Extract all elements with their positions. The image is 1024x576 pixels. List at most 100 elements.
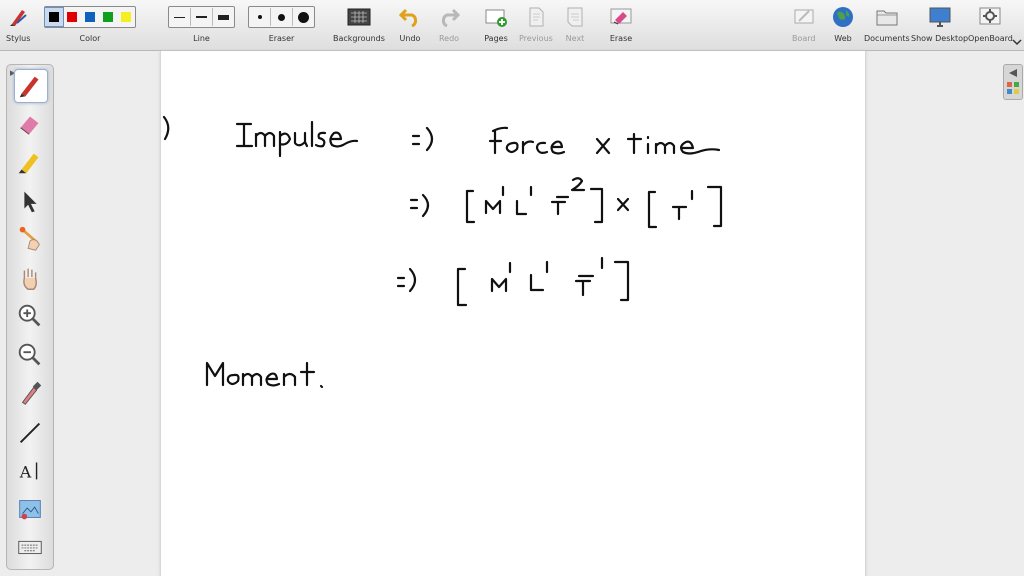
marker-tool-button[interactable] <box>14 146 46 178</box>
moment-word <box>205 361 324 389</box>
implies-symbol-1 <box>411 126 434 152</box>
capture-icon <box>19 499 41 519</box>
line-thin-button[interactable] <box>169 8 191 26</box>
capture-tool-button[interactable] <box>14 493 46 525</box>
laser-pointer-tool-button[interactable] <box>14 223 46 255</box>
eraser-medium-button[interactable] <box>271 8 293 26</box>
triangle-left-icon <box>1009 69 1017 77</box>
color-swatch[interactable] <box>81 8 99 26</box>
eraser-large-button[interactable] <box>293 8 314 26</box>
pen-icon <box>19 76 39 98</box>
impulse-word <box>235 120 359 158</box>
board-icon <box>794 9 814 24</box>
line-label: Line <box>193 34 210 43</box>
previous-label: Previous <box>519 34 553 43</box>
undo-icon <box>399 8 418 27</box>
board-label: Board <box>792 34 816 43</box>
zoom-out-tool-button[interactable] <box>14 339 46 371</box>
color-picker-icon <box>21 381 42 405</box>
color-swatch[interactable] <box>99 8 117 26</box>
redo-icon <box>441 8 460 27</box>
zoom-out-icon <box>18 343 41 365</box>
erase-board-icon <box>610 8 632 25</box>
eraser-label: Eraser <box>268 34 295 43</box>
openboard-button[interactable]: OpenBoard <box>968 3 1013 43</box>
hand-tool-button[interactable] <box>14 262 46 294</box>
documents-label: Documents <box>864 34 910 43</box>
laser-pointer-icon <box>19 226 40 251</box>
line-group: Line <box>168 3 235 43</box>
whiteboard-page[interactable] <box>160 51 866 576</box>
keyboard-tool-button[interactable] <box>14 531 46 563</box>
pages-button[interactable]: Pages <box>484 3 508 43</box>
dimension-line-3 <box>396 256 630 307</box>
color-label: Color <box>79 34 101 43</box>
eraser-group: Eraser <box>248 3 315 43</box>
backgrounds-label: Backgrounds <box>333 34 385 43</box>
eraser-icon <box>20 116 39 135</box>
tool-sidebar: ▶ A <box>6 64 54 570</box>
main-toolbar: Stylus Color Line Eraser Backgrounds Und… <box>0 0 1024 51</box>
line-tool-icon <box>19 422 41 443</box>
color-swatch[interactable] <box>117 8 135 26</box>
undo-label: Undo <box>399 34 421 43</box>
line-widths <box>168 6 235 28</box>
monitor-icon <box>929 7 951 27</box>
color-swatches <box>44 6 136 28</box>
web-label: Web <box>834 34 852 43</box>
zoom-in-tool-button[interactable] <box>14 300 46 332</box>
hand-icon <box>23 268 37 290</box>
stylus-label: Stylus <box>6 34 31 43</box>
erase-button[interactable]: Erase <box>609 3 633 43</box>
next-page-icon <box>567 7 583 27</box>
stylus-icon <box>10 10 27 26</box>
force-times-time <box>488 126 721 155</box>
add-page-icon <box>485 9 507 27</box>
text-tool-tool-button[interactable]: A <box>14 454 46 486</box>
web-button[interactable]: Web <box>831 3 855 43</box>
line-medium-button[interactable] <box>191 8 213 26</box>
handwriting-layer <box>161 115 723 389</box>
stylus-button[interactable]: Stylus <box>6 3 30 43</box>
next-label: Next <box>565 34 585 43</box>
svg-text:A: A <box>19 463 32 482</box>
color-swatch[interactable] <box>63 8 81 26</box>
chevron-down-icon[interactable] <box>1012 38 1022 46</box>
show-desktop-button[interactable]: Show Desktop <box>911 3 968 43</box>
pages-label: Pages <box>484 34 508 43</box>
color-picker-tool-button[interactable] <box>14 377 46 409</box>
line-tool-tool-button[interactable] <box>14 416 46 448</box>
redo-button[interactable]: Redo <box>438 3 460 43</box>
folder-icon <box>876 10 898 26</box>
previous-page-icon <box>529 7 544 27</box>
eraser-small-button[interactable] <box>249 8 271 26</box>
part-c-marker <box>161 115 170 141</box>
keyboard-icon <box>18 540 42 555</box>
gear-icon <box>979 7 1001 25</box>
board-button[interactable]: Board <box>792 3 816 43</box>
documents-button[interactable]: Documents <box>864 3 910 43</box>
undo-button[interactable]: Undo <box>399 3 421 43</box>
erase-label: Erase <box>609 34 633 43</box>
eraser-sizes <box>248 6 315 28</box>
right-panel-toggle[interactable] <box>1003 64 1023 100</box>
library-icon <box>1007 82 1019 94</box>
openboard-label: OpenBoard <box>968 34 1013 43</box>
backgrounds-button[interactable]: Backgrounds <box>333 3 385 43</box>
pointer-tool-button[interactable] <box>14 185 46 217</box>
redo-label: Redo <box>438 34 460 43</box>
previous-button[interactable]: Previous <box>519 3 553 43</box>
pen-tool-button[interactable] <box>14 69 48 103</box>
marker-icon <box>18 153 39 174</box>
zoom-in-icon <box>18 304 41 327</box>
text-tool-icon: A <box>19 462 38 482</box>
show-desktop-label: Show Desktop <box>911 34 969 43</box>
eraser-tool-button[interactable] <box>14 108 46 140</box>
pointer-icon <box>24 191 37 212</box>
next-button[interactable]: Next <box>564 3 586 43</box>
line-thick-button[interactable] <box>213 8 234 26</box>
color-swatch[interactable] <box>44 7 64 27</box>
globe-icon <box>833 7 853 27</box>
backgrounds-icon <box>347 8 371 26</box>
dimension-line-2 <box>409 177 723 229</box>
